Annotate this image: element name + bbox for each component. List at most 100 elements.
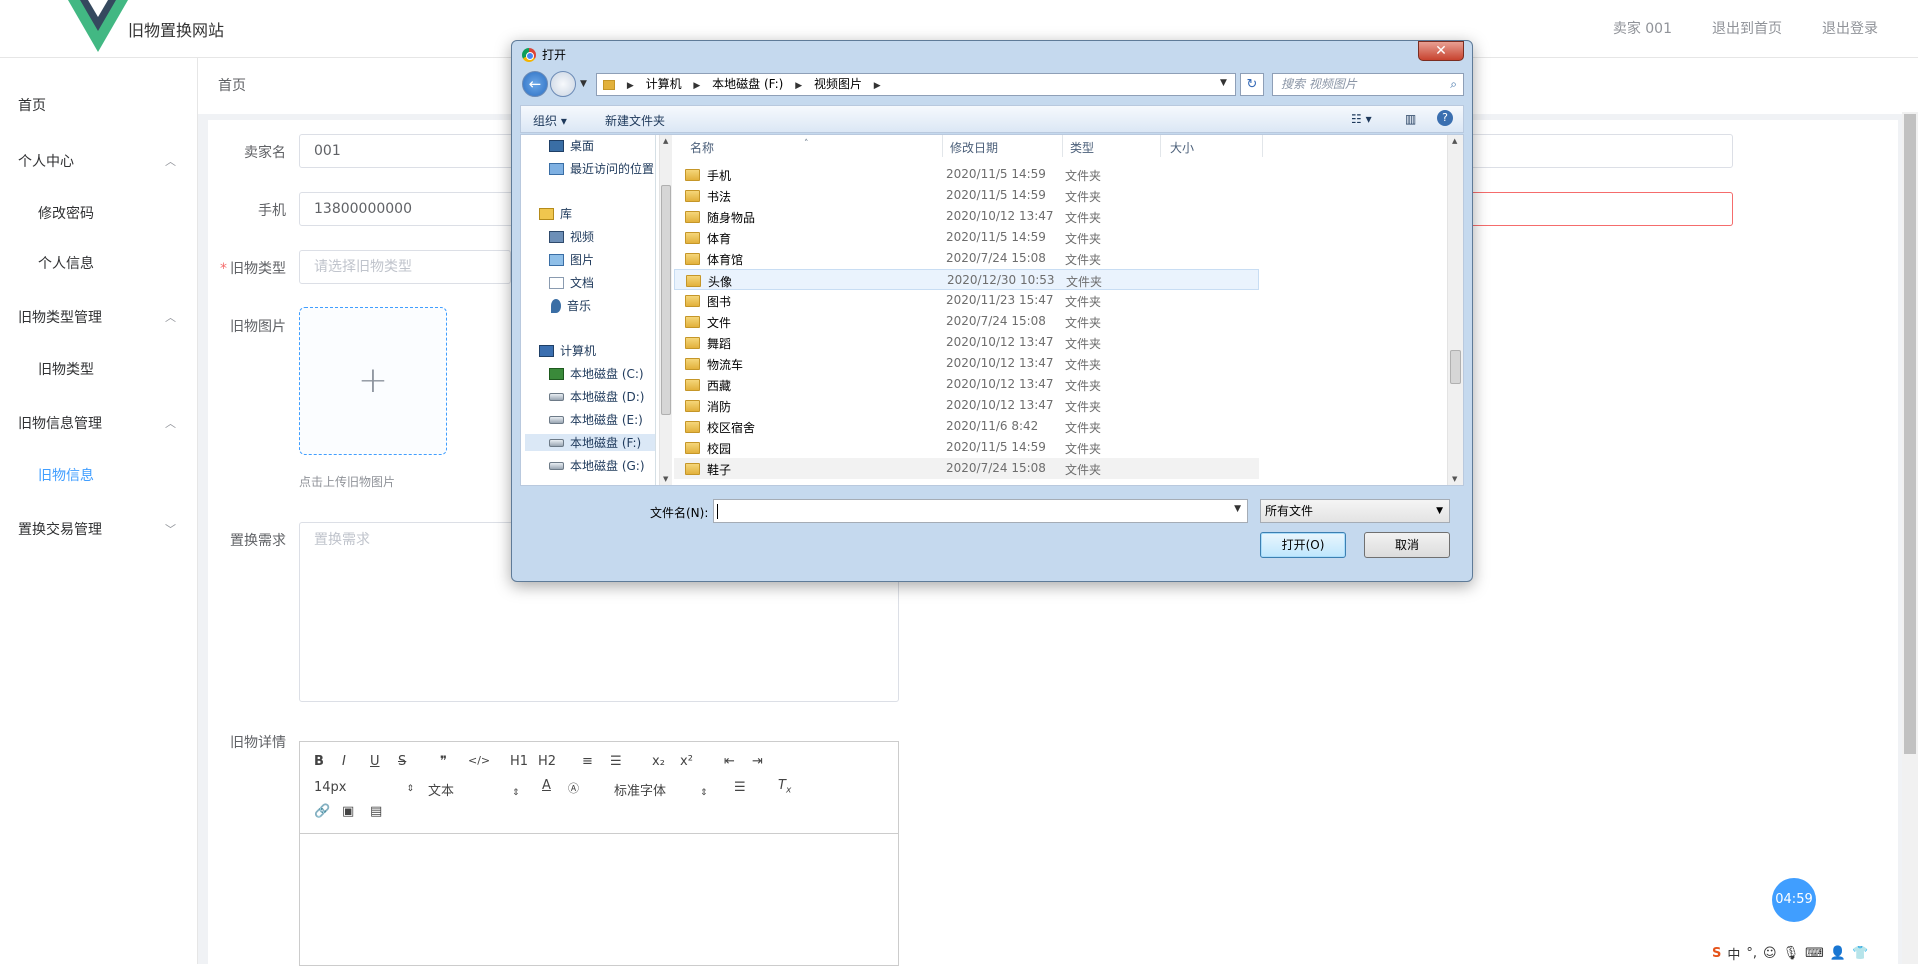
nav-drive-g[interactable]: 本地磁盘 (G:) [549,457,645,474]
preview-pane-icon[interactable]: ▥ [1405,112,1416,126]
file-list-scrollbar[interactable]: ▲ ▼ [1447,135,1463,485]
ordered-list-button[interactable]: ≡ [582,754,593,769]
punctuation-icon[interactable]: °, [1746,946,1757,961]
address-bar[interactable]: ▶ 计算机 ▶ 本地磁盘 (F:) ▶ 视频图片 ▶ [596,73,1236,96]
file-row[interactable]: 头像 2020/12/30 10:53 文件夹 [674,269,1259,290]
file-row[interactable]: 随身物品 2020/10/12 13:47 文件夹 [674,206,1259,227]
nav-documents[interactable]: 文档 [549,274,594,291]
sidebar-item-personal-info[interactable]: 个人信息 [0,236,198,292]
user-icon[interactable]: 👤 [1830,946,1846,961]
forward-button[interactable] [550,71,576,97]
back-button[interactable]: ← [522,71,548,97]
emoji-icon[interactable]: ☺ [1763,946,1777,961]
filetype-select[interactable]: 所有文件 ▼ [1260,499,1450,523]
address-dropdown-icon[interactable]: ▼ [1220,73,1227,94]
seller-account-link[interactable]: 卖家 001 [1613,18,1672,38]
sidebar-item-exchange-management[interactable]: 置换交易管理 ﹀ [0,502,198,558]
file-row[interactable]: 西藏 2020/10/12 13:47 文件夹 [674,374,1259,395]
nav-pane-scrollbar[interactable]: ▲ ▼ [659,135,672,485]
scroll-down-arrow-icon[interactable]: ▼ [663,475,668,483]
sidebar-item-item-info[interactable]: 旧物信息 [0,448,198,504]
nav-drive-c[interactable]: 本地磁盘 (C:) [549,365,644,382]
italic-button[interactable]: I [342,754,346,769]
shirt-icon[interactable]: 👕 [1852,946,1868,961]
breadcrumb-drive-f[interactable]: 本地磁盘 (F:) [712,77,783,91]
view-options-icon[interactable]: ☷ ▾ [1351,112,1372,126]
search-icon[interactable]: ⌕ [1450,74,1457,95]
sidebar-item-info-management[interactable]: 旧物信息管理 ︿ [0,396,198,452]
file-row[interactable]: 物流车 2020/10/12 13:47 文件夹 [674,353,1259,374]
filename-dropdown-icon[interactable]: ▼ [1234,504,1241,514]
font-family-select[interactable]: 标准字体 ⇕ [614,780,708,799]
nav-computer[interactable]: 计算机 [539,342,596,359]
nav-library[interactable]: 库 [539,205,572,222]
align-icon[interactable]: ☰ [734,780,746,795]
page-scrollbar-thumb[interactable] [1904,114,1916,754]
header1-button[interactable]: H1 [510,754,528,769]
nav-drive-f[interactable]: 本地磁盘 (F:) [525,434,655,451]
filename-input[interactable]: ▼ [713,499,1248,523]
new-folder-button[interactable]: 新建文件夹 [605,112,665,129]
search-input[interactable]: 搜索 视频图片 ⌕ [1272,73,1464,96]
blockquote-button[interactable]: ❞ [440,754,447,769]
file-row[interactable]: 书法 2020/11/5 14:59 文件夹 [674,185,1259,206]
back-to-home-link[interactable]: 退出到首页 [1712,18,1782,38]
item-type-select[interactable]: 请选择旧物类型 [299,250,511,284]
file-row[interactable]: 校区宿舍 2020/11/6 8:42 文件夹 [674,416,1259,437]
column-type[interactable]: 类型 [1070,139,1094,156]
nav-desktop[interactable]: 桌面 [549,137,594,154]
file-row[interactable]: 体育 2020/11/5 14:59 文件夹 [674,227,1259,248]
sidebar-item-home[interactable]: 首页 [0,78,198,134]
organize-button[interactable]: 组织 ▾ [533,112,567,129]
sidebar-item-type-management[interactable]: 旧物类型管理 ︿ [0,290,198,346]
indent-button[interactable]: ⇥ [752,754,763,769]
scroll-up-arrow-icon[interactable]: ▲ [1452,137,1457,145]
strike-button[interactable]: S [398,754,406,769]
breadcrumb-computer[interactable]: 计算机 [646,77,682,91]
cancel-button[interactable]: 取消 [1364,532,1450,558]
outdent-button[interactable]: ⇤ [724,754,735,769]
breadcrumb-home[interactable]: 首页 [218,78,246,94]
text-style-select[interactable]: 文本 ⇕ [428,780,520,799]
page-scrollbar[interactable] [1902,112,1918,964]
microphone-icon[interactable]: 🎙 [1783,946,1800,961]
bold-button[interactable]: B [314,754,324,769]
nav-music[interactable]: 音乐 [551,297,591,314]
clear-format-icon[interactable]: Tx [778,778,791,796]
font-color-icon[interactable]: A [542,778,551,793]
nav-drive-e[interactable]: 本地磁盘 (E:) [549,411,643,428]
file-row[interactable]: 舞蹈 2020/10/12 13:47 文件夹 [674,332,1259,353]
dialog-close-button[interactable]: ✕ [1418,41,1464,61]
background-color-icon[interactable]: Ⓐ [568,780,579,796]
underline-button[interactable]: U [370,754,380,769]
header2-button[interactable]: H2 [538,754,556,769]
font-size-select[interactable]: 14px ⇕ [314,780,414,795]
help-icon[interactable]: ? [1437,110,1453,126]
refresh-icon[interactable]: ↻ [1240,73,1264,96]
scroll-up-arrow-icon[interactable]: ▲ [663,137,668,145]
video-icon[interactable]: ▤ [370,804,382,819]
history-dropdown-icon[interactable]: ▼ [580,79,587,89]
file-row[interactable]: 鞋子 2020/7/24 15:08 文件夹 [674,458,1259,479]
bullet-list-button[interactable]: ☰ [610,754,622,769]
column-name[interactable]: 名称 [690,139,714,156]
file-row[interactable]: 消防 2020/10/12 13:47 文件夹 [674,395,1259,416]
nav-pane-scrollbar-thumb[interactable] [661,185,671,415]
open-button[interactable]: 打开(O) [1260,532,1346,558]
nav-pictures[interactable]: 图片 [549,251,594,268]
file-row[interactable]: 校园 2020/11/5 14:59 文件夹 [674,437,1259,458]
sidebar-item-change-password[interactable]: 修改密码 [0,186,198,242]
breadcrumb-video-pictures[interactable]: 视频图片 [814,77,862,91]
nav-recent[interactable]: 最近访问的位置 [549,160,654,177]
keyboard-icon[interactable]: ⌨ [1805,946,1824,961]
link-icon[interactable]: 🔗 [314,804,330,819]
nav-drive-d[interactable]: 本地磁盘 (D:) [549,388,644,405]
logout-link[interactable]: 退出登录 [1822,18,1878,38]
code-block-button[interactable]: </> [468,754,490,767]
superscript-button[interactable]: x² [680,754,693,769]
sidebar-item-item-type[interactable]: 旧物类型 [0,342,198,398]
ime-mode[interactable]: 中 [1727,944,1740,963]
column-size[interactable]: 大小 [1170,139,1194,156]
file-row[interactable]: 图书 2020/11/23 15:47 文件夹 [674,290,1259,311]
nav-videos[interactable]: 视频 [549,228,594,245]
